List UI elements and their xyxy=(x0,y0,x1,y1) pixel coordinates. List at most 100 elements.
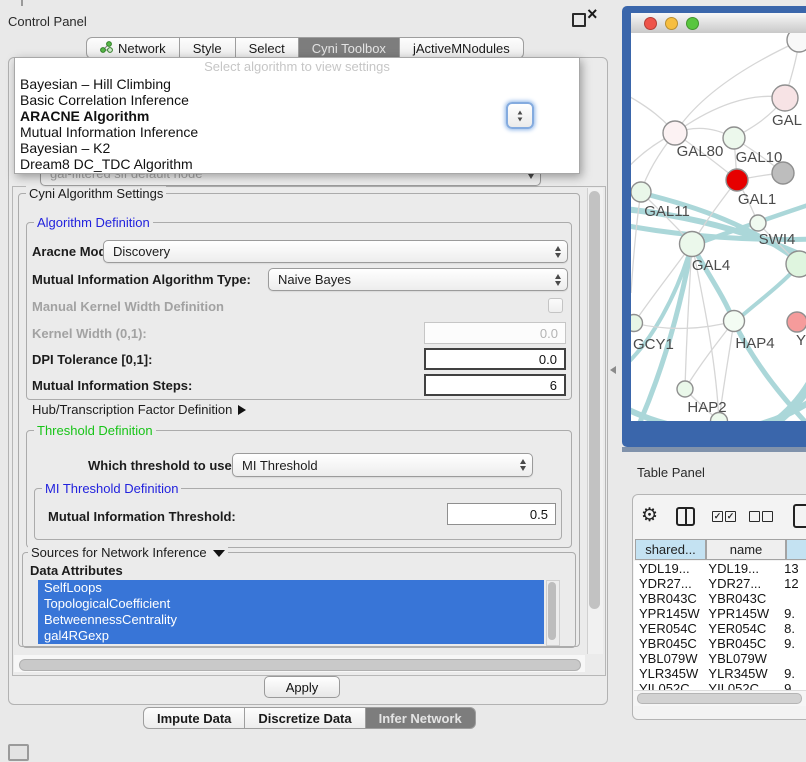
algorithm-option[interactable]: Basic Correlation Inference xyxy=(15,92,579,108)
mi-steps-field[interactable]: 6 xyxy=(424,374,566,396)
attribute-item[interactable]: TopologicalCoefficient xyxy=(38,596,544,612)
which-threshold-value: MI Threshold xyxy=(242,458,318,473)
float-window-icon[interactable] xyxy=(572,13,586,27)
attribute-item[interactable]: BetweennessCentrality xyxy=(38,612,544,628)
network-node-gcy1[interactable] xyxy=(631,315,643,332)
attribute-item[interactable]: SelfLoops xyxy=(38,580,544,596)
apply-button-label: Apply xyxy=(286,680,319,695)
network-node-gal4[interactable] xyxy=(680,232,705,257)
split-columns-icon[interactable] xyxy=(676,507,695,526)
table-row[interactable]: YBR043CYBR043C xyxy=(634,591,806,606)
algorithm-option[interactable]: Bayesian – Hill Climbing xyxy=(15,76,579,92)
network-graph-icon xyxy=(100,41,113,56)
network-node-gal80[interactable] xyxy=(663,121,687,145)
network-window-titlebar[interactable] xyxy=(631,13,806,34)
table-row[interactable]: YPR145WYPR145W9. xyxy=(634,606,806,621)
attributes-vscrollbar-thumb[interactable] xyxy=(548,582,556,640)
data-attributes-list[interactable]: SelfLoopsTopologicalCoefficientBetweenne… xyxy=(38,580,544,644)
tab-infer-network[interactable]: Infer Network xyxy=(366,707,476,729)
algorithm-option[interactable]: Dream8 DC_TDC Algorithm xyxy=(15,156,579,172)
tab-jactivemnodules[interactable]: jActiveMNodules xyxy=(400,37,524,59)
select-all-checkbox-icon[interactable]: ✓ xyxy=(712,511,723,522)
network-node[interactable] xyxy=(787,33,806,52)
mi-threshold-field[interactable]: 0.5 xyxy=(447,503,556,525)
tab-discretize-data[interactable]: Discretize Data xyxy=(245,707,365,729)
dpi-tolerance-value: 0.0 xyxy=(539,352,557,367)
column-header-label: shared... xyxy=(645,542,696,557)
which-threshold-label: Which threshold to use: xyxy=(88,458,236,473)
node-attribute-table: YDL19...YDL19...13YDR27...YDR27...12YBR0… xyxy=(634,561,806,696)
tab-label: jActiveMNodules xyxy=(413,41,510,56)
algorithm-option[interactable]: Bayesian – K2 xyxy=(15,140,579,156)
dpi-tolerance-field[interactable]: 0.0 xyxy=(424,348,566,370)
zoom-traffic-light[interactable] xyxy=(686,17,699,30)
control-panel-title: Control Panel xyxy=(8,14,87,29)
tab-label: Impute Data xyxy=(157,711,231,726)
attribute-item[interactable]: gal4RGexp xyxy=(38,628,544,644)
network-node-gal[interactable] xyxy=(772,85,798,111)
column-header-name[interactable]: name xyxy=(706,539,786,560)
combo-arrows-icon xyxy=(555,246,561,258)
gear-icon[interactable]: ⚙ xyxy=(641,504,658,527)
minimized-panel-icon[interactable] xyxy=(8,744,29,761)
table-row[interactable]: YLR345WYLR345W9. xyxy=(634,666,806,681)
table-row[interactable]: YBR045CYBR045C9. xyxy=(634,636,806,651)
algorithm-definition-title: Algorithm Definition xyxy=(34,215,153,230)
table-row[interactable]: YBL079WYBL079W xyxy=(634,651,806,666)
tab-label: Network xyxy=(118,41,166,56)
mi-threshold-label: Mutual Information Threshold: xyxy=(48,509,236,524)
select-all-checkbox-icon[interactable]: ✓ xyxy=(725,511,736,522)
settings-hscrollbar-thumb[interactable] xyxy=(19,659,581,671)
close-icon[interactable]: × xyxy=(587,4,598,25)
combo-arrows-icon xyxy=(520,459,526,471)
kernel-width-value: 0.0 xyxy=(540,326,558,341)
minimize-traffic-light[interactable] xyxy=(665,17,678,30)
splitter-collapse-arrow[interactable] xyxy=(610,366,616,374)
close-traffic-light[interactable] xyxy=(644,17,657,30)
tab-select[interactable]: Select xyxy=(236,37,299,59)
hub-tf-definition-toggle[interactable]: Hub/Transcription Factor Definition xyxy=(32,402,246,417)
tab-impute-data[interactable]: Impute Data xyxy=(143,707,245,729)
network-node-label: GAL1 xyxy=(738,191,776,208)
network-node[interactable] xyxy=(786,251,806,277)
column-header-shared-name[interactable]: shared... xyxy=(635,539,706,560)
hub-tf-definition-label: Hub/Transcription Factor Definition xyxy=(32,402,232,417)
table-row[interactable]: YDL19...YDL19...13 xyxy=(634,561,806,576)
apply-button[interactable]: Apply xyxy=(264,676,340,698)
deselect-checkbox-icon[interactable] xyxy=(749,511,760,522)
table-hscrollbar-thumb[interactable] xyxy=(637,693,802,704)
network-node-gal10[interactable] xyxy=(723,127,745,149)
network-node-y[interactable] xyxy=(787,312,806,332)
column-header-clipped[interactable] xyxy=(786,539,806,560)
mi-algorithm-type-combo[interactable]: Naive Bayes xyxy=(268,268,568,291)
tab-style[interactable]: Style xyxy=(180,37,236,59)
algorithm-option[interactable]: Mutual Information Inference xyxy=(15,124,579,140)
file-icon[interactable] xyxy=(793,504,806,528)
table-panel-title: Table Panel xyxy=(637,465,705,480)
cyni-bottom-tabs: Impute Data Discretize Data Infer Networ… xyxy=(143,707,476,729)
mi-steps-value: 6 xyxy=(550,378,557,393)
settings-vscrollbar-thumb[interactable] xyxy=(589,191,600,609)
which-threshold-combo[interactable]: MI Threshold xyxy=(232,453,533,477)
collapsed-arrow-icon xyxy=(238,405,246,415)
table-row[interactable]: YDR27...YDR27...12 xyxy=(634,576,806,591)
network-view-canvas[interactable]: GALGAL80GAL10GAL1GAL11SWI4GAL4GCY1HAP4YH… xyxy=(631,33,806,421)
network-node-label: GAL xyxy=(772,112,802,129)
network-node[interactable] xyxy=(772,162,794,184)
algorithm-option[interactable]: ARACNE Algorithm xyxy=(15,108,579,124)
manual-kernel-width-checkbox xyxy=(548,298,563,313)
network-node-swi4[interactable] xyxy=(750,215,766,231)
network-node-hap2[interactable] xyxy=(677,381,693,397)
table-row[interactable]: YER054CYER054C8. xyxy=(634,621,806,636)
tab-network[interactable]: Network xyxy=(86,37,180,59)
kernel-width-field: 0.0 xyxy=(424,322,566,344)
aracne-mode-combo[interactable]: Discovery xyxy=(103,240,568,263)
network-node-label: GAL80 xyxy=(677,143,724,160)
combo-focus-ring-fragment[interactable] xyxy=(506,102,534,129)
tab-cyni-toolbox[interactable]: Cyni Toolbox xyxy=(299,37,400,59)
network-node-gal1[interactable] xyxy=(726,169,748,191)
deselect-checkbox-icon[interactable] xyxy=(762,511,773,522)
network-node-hap4[interactable] xyxy=(724,311,745,332)
network-node-gal11[interactable] xyxy=(631,182,651,202)
sources-group-toggle[interactable]: Sources for Network Inference xyxy=(28,545,228,560)
